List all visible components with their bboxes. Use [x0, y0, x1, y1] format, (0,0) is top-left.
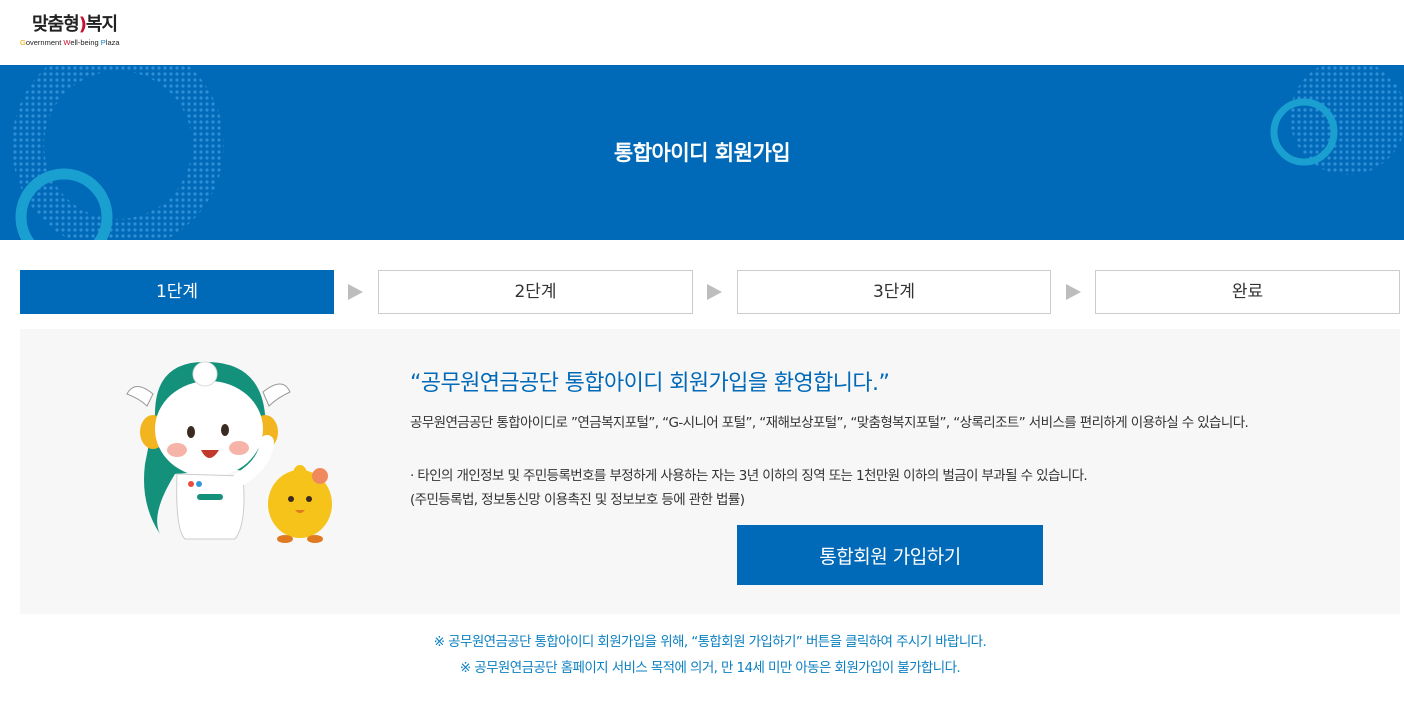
page-title: 통합아이디 회원가입 [613, 141, 791, 165]
notice-list: ※ 공무원연금공단 통합아이디 회원가입을 위해, “통합회원 가입하기” 버튼… [0, 632, 1404, 684]
step-1: 1단계 [20, 270, 334, 314]
logo-korean-text: 맞춤형)복지 [32, 14, 118, 35]
mascot-illustration [126, 361, 332, 543]
notice-item: ※ 공무원연금공단 홈페이지 서비스 목적에 의거, 만 14세 미만 아동은 … [459, 660, 961, 676]
title-banner: 통합아이디 회원가입 [0, 65, 1404, 240]
site-logo[interactable]: 맞춤형)복지 Government Well-being Plaza [20, 8, 150, 58]
logo-english-text: Government Well-being Plaza [20, 38, 120, 47]
step-3: 3단계 [737, 270, 1051, 314]
signup-steps: 1단계 2단계 3단계 완료 [20, 270, 1400, 314]
service-description: 공무원연금공단 통합아이디로 ”연금복지포털”, “G-시니어 포털”, “재해… [410, 415, 1249, 431]
step-arrow-icon [1066, 284, 1081, 300]
welcome-panel: “공무원연금공단 통합아이디 회원가입을 환영합니다.” 공무원연금공단 통합아… [20, 329, 1400, 614]
legal-warning: · 타인의 개인정보 및 주민등록번호를 부정하게 사용하는 자는 3년 이하의… [410, 468, 1088, 484]
step-arrow-icon [348, 284, 363, 300]
notice-item: ※ 공무원연금공단 통합아이디 회원가입을 위해, “통합회원 가입하기” 버튼… [433, 634, 987, 650]
join-integrated-member-button[interactable]: 통합회원 가입하기 [737, 525, 1043, 585]
legal-reference: (주민등록법, 정보통신망 이용촉진 및 정보보호 등에 관한 법률) [410, 492, 745, 508]
welcome-heading: “공무원연금공단 통합아이디 회원가입을 환영합니다.” [410, 371, 890, 396]
step-complete: 완료 [1095, 270, 1400, 314]
header: 맞춤형)복지 Government Well-being Plaza [0, 0, 1404, 65]
step-arrow-icon [707, 284, 722, 300]
step-2: 2단계 [378, 270, 693, 314]
